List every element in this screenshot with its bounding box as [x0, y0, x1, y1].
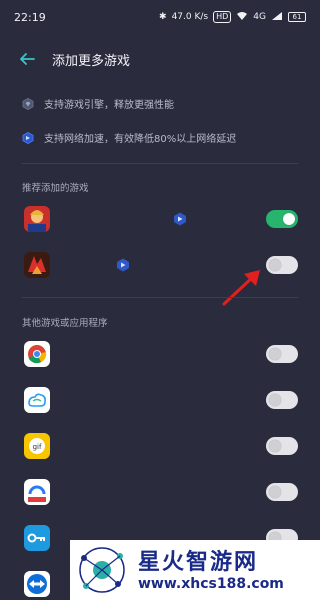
status-icons: ✱ 47.0 K/s HD 4G 61 — [159, 11, 306, 24]
toggle-knob — [269, 259, 281, 271]
key-app-icon — [24, 525, 50, 551]
network-accelerate-icon — [22, 131, 34, 144]
feature-engine-text: 支持游戏引擎，释放更强性能 — [44, 100, 174, 111]
page-title: 添加更多游戏 — [52, 54, 131, 69]
toggle-knob — [269, 440, 281, 452]
svg-text:gif: gif — [33, 443, 42, 451]
gif-app-icon: gif — [24, 433, 50, 459]
back-arrow-icon[interactable] — [18, 50, 36, 68]
others-title: 其他游戏或应用程序 — [22, 318, 108, 329]
signal-label: 4G — [253, 12, 266, 22]
list-item: gif — [0, 426, 320, 466]
recommended-title: 推荐添加的游戏 — [22, 183, 89, 194]
divider — [22, 297, 298, 298]
feature-network: 支持网络加速，有效降低80%以上网络延迟 — [22, 130, 236, 145]
watermark-logo-icon — [79, 547, 125, 593]
divider — [22, 163, 298, 164]
toggle-switch[interactable] — [266, 437, 298, 455]
toggle-switch[interactable] — [266, 210, 298, 228]
cloud-app-icon — [24, 387, 50, 413]
game-anime-icon — [24, 206, 50, 232]
status-bar: 22:19 ✱ 47.0 K/s HD 4G 61 — [0, 0, 320, 34]
video-app-icon — [24, 479, 50, 505]
game-sanguo-icon — [24, 252, 50, 278]
list-item — [0, 472, 320, 512]
toggle-knob — [269, 394, 281, 406]
feature-network-text: 支持网络加速，有效降低80%以上网络延迟 — [44, 134, 237, 145]
annotation-arrow-icon — [222, 270, 260, 306]
wifi-icon — [236, 11, 248, 24]
engine-icon — [22, 97, 34, 110]
header: 添加更多游戏 — [0, 44, 320, 74]
list-item — [0, 199, 320, 239]
watermark: 星火智游网 www.xhcs188.com — [70, 540, 320, 600]
battery-level: 61 — [292, 13, 302, 21]
toggle-knob — [283, 213, 295, 225]
status-time: 22:19 — [14, 10, 46, 24]
chrome-icon — [24, 341, 50, 367]
signal-icon — [271, 11, 283, 24]
watermark-title: 星火智游网 — [138, 550, 259, 575]
toggle-knob — [269, 486, 281, 498]
list-item — [0, 245, 320, 285]
network-speed: 47.0 K/s — [171, 12, 209, 22]
toggle-switch[interactable] — [266, 345, 298, 363]
toggle-switch[interactable] — [266, 391, 298, 409]
list-item — [0, 334, 320, 374]
toggle-knob — [269, 348, 281, 360]
feature-engine: 支持游戏引擎，释放更强性能 — [22, 96, 174, 111]
accelerate-badge-icon — [117, 258, 129, 272]
list-item — [0, 380, 320, 420]
toggle-switch[interactable] — [266, 483, 298, 501]
hd-badge: HD — [213, 11, 232, 23]
accelerate-badge-icon — [174, 212, 186, 226]
toggle-switch[interactable] — [266, 256, 298, 274]
bluetooth-icon: ✱ — [159, 12, 167, 22]
battery-icon: 61 — [288, 12, 306, 22]
teamviewer-icon — [24, 571, 50, 597]
watermark-url: www.xhcs188.com — [138, 576, 284, 592]
